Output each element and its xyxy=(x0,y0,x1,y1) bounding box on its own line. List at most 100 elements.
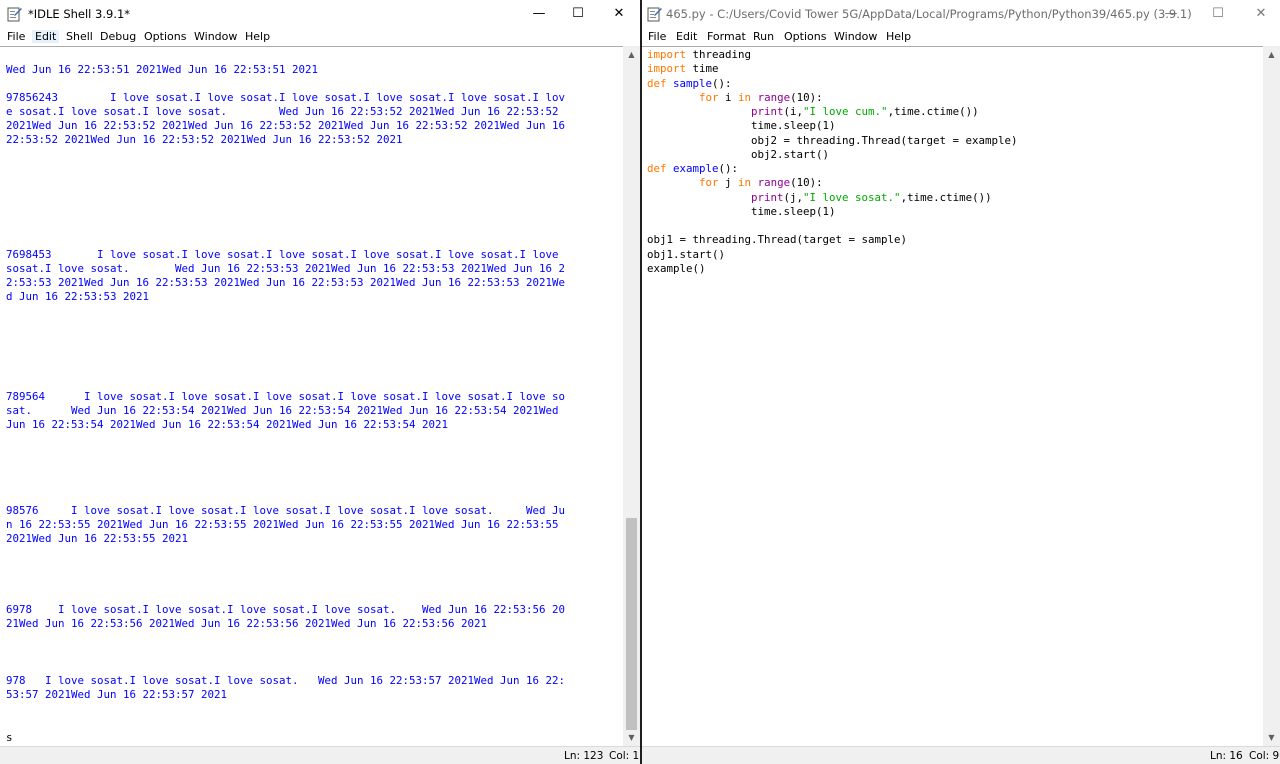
shell-output-line: d Jun 16 22:53:53 2021 xyxy=(6,290,150,303)
shell-titlebar[interactable]: *IDLE Shell 3.9.1* — ☐ ✕ xyxy=(0,0,640,27)
code-token: time xyxy=(686,62,719,76)
code-token: ,time.ctime()) xyxy=(887,105,979,118)
code-token: for xyxy=(699,90,719,104)
code-line: print(i,"I love cum.",time.ctime()) xyxy=(647,105,979,119)
editor-maximize-button[interactable]: ☐ xyxy=(1195,0,1241,27)
editor-menu-window[interactable]: Window xyxy=(834,30,877,43)
shell-output-line: 2021Wed Jun 16 22:53:55 2021 xyxy=(6,532,189,545)
code-token: range xyxy=(757,176,791,190)
code-token: print xyxy=(751,105,784,118)
code-line: import threading xyxy=(647,48,751,62)
code-line: for i in range(10): xyxy=(647,91,823,105)
code-token: ,time.ctime()) xyxy=(900,190,992,204)
code-line: time.sleep(1) xyxy=(647,205,836,219)
shell-menu-debug[interactable]: Debug xyxy=(100,30,136,43)
code-token: def xyxy=(647,162,667,175)
editor-close-button[interactable]: ✕ xyxy=(1238,0,1280,27)
shell-output-line: 2:53:53 2021Wed Jun 16 22:53:53 2021Wed … xyxy=(6,276,566,289)
code-token: print xyxy=(751,190,784,204)
code-line: obj1.start() xyxy=(647,248,725,262)
code-token: sample xyxy=(673,76,713,90)
editor-menu-format[interactable]: Format xyxy=(707,30,746,43)
shell-statusbar: Ln: 123 Col: 1 xyxy=(0,746,640,764)
code-token: import xyxy=(647,48,687,61)
scroll-down-arrow-icon[interactable]: ▼ xyxy=(623,729,640,746)
shell-close-button[interactable]: ✕ xyxy=(596,0,640,27)
code-token: "I love cum." xyxy=(803,105,888,118)
code-token: (10): xyxy=(790,176,823,190)
shell-menu-options[interactable]: Options xyxy=(144,30,186,43)
code-line: def sample(): xyxy=(647,77,732,91)
shell-output-line: sosat.I love sosat. Wed Jun 16 22:53:53 … xyxy=(6,262,566,275)
code-token: def xyxy=(647,76,667,90)
code-token: import xyxy=(647,62,687,76)
editor-titlebar[interactable]: 465.py - C:/Users/Covid Tower 5G/AppData… xyxy=(642,0,1280,27)
code-line: obj1 = threading.Thread(target = sample) xyxy=(647,233,907,247)
shell-output-line: 789564 I love sosat.I love sosat.I love … xyxy=(6,390,566,403)
shell-output-line: 53:57 2021Wed Jun 16 22:53:57 2021 xyxy=(6,688,228,701)
editor-code-area[interactable]: import threading import time def sample():… xyxy=(642,46,1263,746)
editor-menu-edit[interactable]: Edit xyxy=(676,30,697,43)
code-token: in xyxy=(738,90,752,104)
shell-output-line: 2021Wed Jun 16 22:53:52 2021Wed Jun 16 2… xyxy=(6,119,566,132)
shell-window-title: *IDLE Shell 3.9.1* xyxy=(28,7,131,21)
scroll-up-arrow-icon[interactable]: ▲ xyxy=(1263,46,1280,63)
python-idle-icon xyxy=(7,7,22,22)
code-token: (): xyxy=(718,162,739,175)
shell-menu-shell[interactable]: Shell xyxy=(66,30,93,43)
scroll-down-arrow-icon[interactable]: ▼ xyxy=(1263,729,1280,746)
code-line: for j in range(10): xyxy=(647,176,823,190)
code-token: threading xyxy=(686,48,752,61)
shell-menu-window[interactable]: Window xyxy=(194,30,237,43)
idle-shell-window: *IDLE Shell 3.9.1* — ☐ ✕ File Edit Shell… xyxy=(0,0,640,764)
shell-line-number: Ln: 123 xyxy=(564,750,604,762)
shell-menu-edit[interactable]: Edit xyxy=(32,30,60,43)
code-token: (10): xyxy=(790,90,823,104)
shell-column-number: Col: 1 xyxy=(609,750,640,762)
shell-output-line: 6978 I love sosat.I love sosat.I love so… xyxy=(6,603,566,616)
code-token: time.sleep(1) xyxy=(647,204,836,218)
code-token: (i, xyxy=(783,105,804,118)
editor-minimize-button[interactable]: — xyxy=(1148,0,1194,27)
code-line: print(j,"I love sosat.",time.ctime()) xyxy=(647,191,992,205)
shell-output-line: 978 I love sosat.I love sosat.I love sos… xyxy=(6,674,566,687)
code-token: obj2.start() xyxy=(647,147,830,161)
code-token: obj1.start() xyxy=(647,247,726,261)
shell-maximize-button[interactable]: ☐ xyxy=(555,0,601,27)
code-token: obj1 = threading.Thread(target = sample) xyxy=(647,233,908,247)
editor-line-number: Ln: 16 xyxy=(1210,750,1243,762)
shell-output-line: e sosat.I love sosat.I love sosat. Wed J… xyxy=(6,105,559,118)
python-file-icon xyxy=(647,7,662,22)
code-token: example xyxy=(673,162,719,175)
code-token: example() xyxy=(647,261,706,275)
scroll-up-arrow-icon[interactable]: ▲ xyxy=(623,46,640,63)
shell-menu-help[interactable]: Help xyxy=(245,30,270,43)
shell-menu-file[interactable]: File xyxy=(7,30,25,43)
code-line: import time xyxy=(647,62,719,76)
editor-menu-run[interactable]: Run xyxy=(753,30,774,43)
editor-menubar: File Edit Format Run Options Window Help xyxy=(642,27,1280,46)
shell-input-line[interactable]: s xyxy=(6,731,13,745)
editor-menu-help[interactable]: Help xyxy=(886,30,911,43)
shell-output-area[interactable]: Wed Jun 16 22:53:51 2021Wed Jun 16 22:53… xyxy=(0,46,623,746)
code-line: obj2.start() xyxy=(647,148,829,162)
shell-output-line: sat. Wed Jun 16 22:53:54 2021Wed Jun 16 … xyxy=(6,404,559,417)
shell-scroll-thumb[interactable] xyxy=(626,518,637,730)
editor-vertical-scrollbar[interactable]: ▲ ▼ xyxy=(1263,46,1280,746)
code-token: (j, xyxy=(783,190,804,204)
code-line: def example(): xyxy=(647,162,738,176)
code-token: obj2 = threading.Thread(target = example… xyxy=(647,133,1018,147)
editor-window: 465.py - C:/Users/Covid Tower 5G/AppData… xyxy=(642,0,1280,764)
code-line: time.sleep(1) xyxy=(647,119,836,133)
code-line: example() xyxy=(647,262,706,276)
shell-output-line: Jun 16 22:53:54 2021Wed Jun 16 22:53:54 … xyxy=(6,418,449,431)
code-token: for xyxy=(699,176,719,190)
editor-menu-file[interactable]: File xyxy=(648,30,666,43)
shell-menubar: File Edit Shell Debug Options Window Hel… xyxy=(0,27,640,46)
editor-menu-options[interactable]: Options xyxy=(784,30,826,43)
shell-vertical-scrollbar[interactable]: ▲ ▼ xyxy=(623,46,640,746)
code-token: in xyxy=(738,176,752,190)
